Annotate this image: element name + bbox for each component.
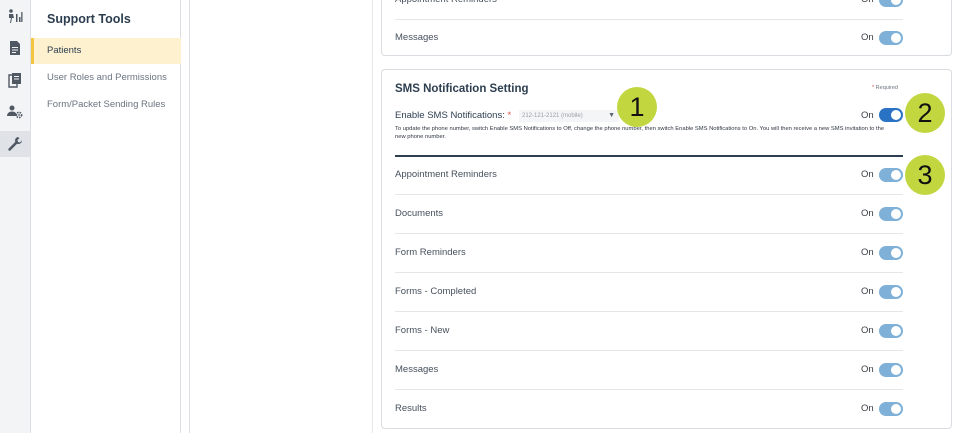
setting-row: Appointment Reminders On xyxy=(395,0,903,20)
copy-icon[interactable] xyxy=(0,67,30,93)
users-gear-icon[interactable] xyxy=(0,99,30,125)
required-legend: * Required xyxy=(872,85,898,91)
setting-toggle[interactable] xyxy=(879,246,903,260)
setting-label: Appointment Reminders xyxy=(395,169,497,180)
support-tools-nav: Support Tools Patients User Roles and Pe… xyxy=(31,0,181,433)
setting-label: Results xyxy=(395,403,427,414)
sms-help-text: To update the phone number, switch Enabl… xyxy=(395,126,885,140)
setting-label: Forms - New xyxy=(395,325,450,336)
setting-label: Documents xyxy=(395,208,444,219)
setting-status: On xyxy=(861,247,874,258)
caret-down-icon: ▼ xyxy=(608,112,615,119)
setting-label: Messages xyxy=(395,32,439,43)
setting-toggle[interactable] xyxy=(879,402,903,416)
enable-sms-label: Enable SMS Notifications: * xyxy=(395,110,511,121)
setting-label: Messages xyxy=(395,364,439,375)
setting-toggle[interactable] xyxy=(879,363,903,377)
setting-status: On xyxy=(861,325,874,336)
enable-sms-status: On xyxy=(861,110,874,121)
setting-row: Form Reminders On xyxy=(395,234,903,273)
nav-item-form-packet-rules[interactable]: Form/Packet Sending Rules xyxy=(31,92,181,118)
setting-status: On xyxy=(861,286,874,297)
setting-status: On xyxy=(861,403,874,414)
callout-badge-1: 1 xyxy=(617,87,657,127)
sms-notification-card: SMS Notification Setting * Required Enab… xyxy=(381,69,952,429)
setting-status: On xyxy=(861,32,874,43)
setting-status: On xyxy=(861,364,874,375)
callout-badge-2: 2 xyxy=(905,93,945,133)
nav-item-user-roles[interactable]: User Roles and Permissions xyxy=(31,65,181,91)
wrench-icon[interactable] xyxy=(0,131,30,157)
setting-row: Messages On xyxy=(395,19,903,58)
setting-toggle[interactable] xyxy=(879,285,903,299)
setting-toggle[interactable] xyxy=(879,168,903,182)
required-star: * xyxy=(507,110,512,121)
document-icon[interactable] xyxy=(0,35,30,61)
setting-label: Form Reminders xyxy=(395,247,466,258)
setting-row: Documents On xyxy=(395,195,903,234)
setting-toggle[interactable] xyxy=(879,0,903,7)
notification-card-top: Appointment Reminders On Messages On xyxy=(381,0,952,56)
nav-title: Support Tools xyxy=(47,12,131,26)
setting-toggle[interactable] xyxy=(879,207,903,221)
setting-toggle[interactable] xyxy=(879,31,903,45)
column-divider xyxy=(189,0,190,433)
setting-row: Results On xyxy=(395,390,903,429)
enable-sms-text: Enable SMS Notifications: xyxy=(395,110,505,121)
setting-toggle[interactable] xyxy=(879,324,903,338)
required-text: Required xyxy=(875,85,898,91)
phone-number-value: 212-121-2121 (mobile) xyxy=(522,113,583,119)
setting-row: Forms - New On xyxy=(395,312,903,351)
setting-status: On xyxy=(861,0,874,19)
phone-number-select[interactable]: 212-121-2121 (mobile) ▼ xyxy=(519,110,619,122)
setting-status: On xyxy=(861,169,874,180)
nav-item-patients[interactable]: Patients xyxy=(31,38,181,64)
person-chart-icon[interactable] xyxy=(0,3,30,29)
required-star: * xyxy=(872,85,875,91)
enable-sms-toggle[interactable] xyxy=(879,108,903,122)
content-divider xyxy=(372,0,373,433)
icon-rail xyxy=(0,0,31,433)
setting-status: On xyxy=(861,208,874,219)
setting-row: Messages On xyxy=(395,351,903,390)
sms-card-title: SMS Notification Setting xyxy=(395,83,529,95)
setting-row: Forms - Completed On xyxy=(395,273,903,312)
setting-label: Forms - Completed xyxy=(395,286,477,297)
setting-row: Appointment Reminders On xyxy=(395,156,903,195)
setting-label: Appointment Reminders xyxy=(395,0,497,19)
callout-badge-3: 3 xyxy=(905,155,945,195)
